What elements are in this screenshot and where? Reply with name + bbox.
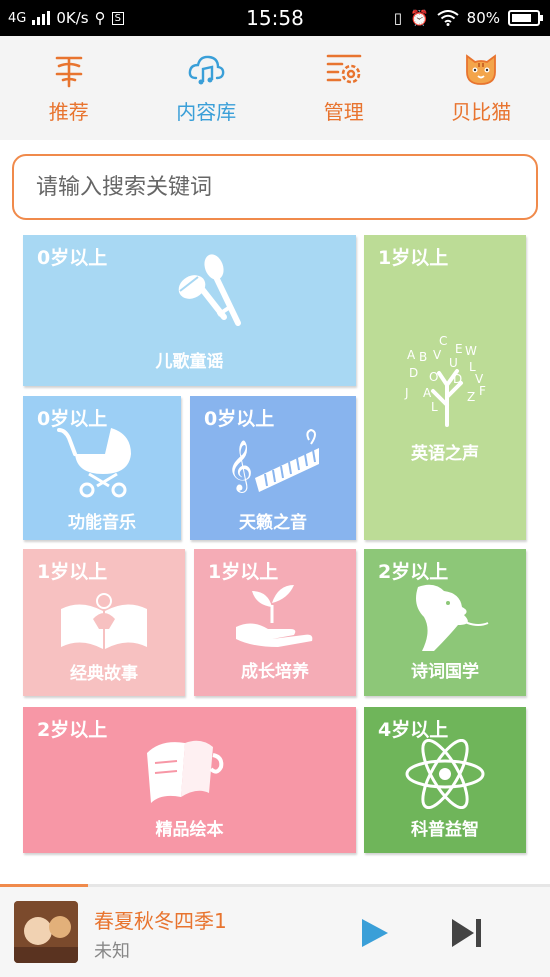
svg-text:U: U — [449, 356, 458, 370]
svg-text:D: D — [453, 372, 462, 386]
maracas-icon — [178, 254, 241, 326]
search-input[interactable] — [14, 156, 536, 218]
tile-age: 4岁以上 — [378, 719, 449, 741]
cat-icon — [466, 54, 497, 85]
category-tile-growth[interactable]: 1岁以上 成长培养 — [194, 549, 356, 696]
alarm-icon: ⏰ — [409, 9, 429, 27]
tile-age: 1岁以上 — [208, 561, 279, 583]
nav-label: 贝比猫 — [451, 100, 512, 124]
track-title[interactable]: 春夏秋冬四季1 — [94, 905, 227, 934]
tile-name: 精品绘本 — [155, 820, 224, 840]
svg-text:L: L — [431, 400, 438, 414]
track-artist: 未知 — [94, 941, 130, 962]
status-right: ▯ ⏰ 80% — [393, 9, 543, 27]
svg-text:A: A — [423, 386, 432, 400]
category-tile-english[interactable]: 1岁以上 CEW ABV ULD ODV JAZ LF 英语之声 — [364, 235, 526, 540]
tile-name: 成长培养 — [241, 662, 309, 682]
wifi-icon — [437, 10, 459, 26]
tile-age: 0岁以上 — [204, 408, 275, 430]
tile-age: 0岁以上 — [37, 247, 108, 269]
settings-icon — [326, 54, 362, 84]
tile-name: 经典故事 — [70, 664, 138, 684]
album-art-image — [14, 901, 78, 963]
tile-age: 2岁以上 — [37, 719, 108, 741]
category-tile-picture-books[interactable]: 2岁以上 精品绘本 — [23, 707, 356, 853]
battery-text: 80% — [466, 9, 500, 27]
category-tile-poetry[interactable]: 2岁以上 诗词国学 — [364, 549, 526, 696]
svg-text:V: V — [433, 348, 442, 362]
tile-name: 科普益智 — [411, 820, 479, 840]
cloud-music-icon — [188, 55, 225, 85]
tile-age: 1岁以上 — [378, 247, 449, 269]
tile-name: 功能音乐 — [68, 513, 136, 533]
svg-text:B: B — [419, 350, 427, 364]
battery-icon — [508, 10, 543, 26]
category-tile-science[interactable]: 4岁以上 科普益智 — [364, 707, 526, 853]
sprout-hand-icon — [236, 585, 313, 647]
svg-text:J: J — [404, 386, 409, 400]
category-tile-functional-music[interactable]: 0岁以上 功能音乐 — [23, 396, 181, 540]
tile-age: 1岁以上 — [37, 561, 108, 583]
svg-text:A: A — [407, 348, 416, 362]
atom-icon — [405, 739, 485, 809]
nav-label: 推荐 — [48, 100, 89, 124]
tile-age: 2岁以上 — [378, 561, 449, 583]
tile-name: 英语之声 — [411, 444, 479, 464]
search-box — [12, 154, 538, 220]
tile-name: 天籁之音 — [239, 513, 307, 533]
tile-name: 儿歌童谣 — [155, 352, 224, 372]
status-bar: 4G 0K/s ⚲ S 15:58 ▯ ⏰ 80% — [0, 0, 550, 36]
vibrate-icon: ▯ — [393, 9, 402, 27]
svg-text:𝄞: 𝄞 — [227, 440, 253, 493]
svg-text:D: D — [409, 366, 418, 380]
scholar-icon — [416, 584, 489, 651]
alphabet-tree-icon: CE W ABV U LD ODV JAZ LF — [404, 335, 486, 427]
nav-recommend[interactable]: 推荐 — [0, 36, 138, 140]
nav-label: 内容库 — [176, 100, 237, 124]
category-tile-classic-stories[interactable]: 1岁以上 经典故事 — [23, 549, 185, 696]
svg-text:E: E — [455, 342, 463, 356]
svg-text:O: O — [429, 370, 438, 384]
battery-level — [512, 14, 532, 22]
svg-text:W: W — [465, 344, 477, 358]
album-cover[interactable] — [14, 901, 78, 963]
skip-next-icon[interactable] — [448, 915, 484, 951]
category-tile-heavenly-sounds[interactable]: 0岁以上 𝄞 天籁之音 — [190, 396, 356, 540]
nav-library[interactable]: 内容库 — [138, 36, 276, 140]
picture-book-icon — [147, 740, 224, 803]
piano-treble-icon: 𝄞 — [227, 428, 319, 493]
stroller-icon — [57, 428, 131, 498]
nav-manage[interactable]: 管理 — [275, 36, 413, 140]
svg-text:Z: Z — [467, 390, 475, 404]
svg-text:F: F — [479, 384, 486, 398]
tile-name: 诗词国学 — [411, 662, 479, 682]
top-nav: 推荐 内容库 管理 贝比猫 — [0, 36, 550, 140]
nav-label: 管理 — [323, 100, 364, 124]
recommend-icon — [55, 56, 83, 88]
svg-text:C: C — [439, 335, 447, 348]
nav-cat[interactable]: 贝比猫 — [413, 36, 550, 140]
category-tile-nursery-rhymes[interactable]: 0岁以上 儿歌童谣 — [23, 235, 356, 386]
mini-player[interactable]: 春夏秋冬四季1 未知 — [0, 887, 550, 977]
open-book-icon — [61, 593, 147, 649]
play-icon[interactable] — [356, 915, 392, 951]
